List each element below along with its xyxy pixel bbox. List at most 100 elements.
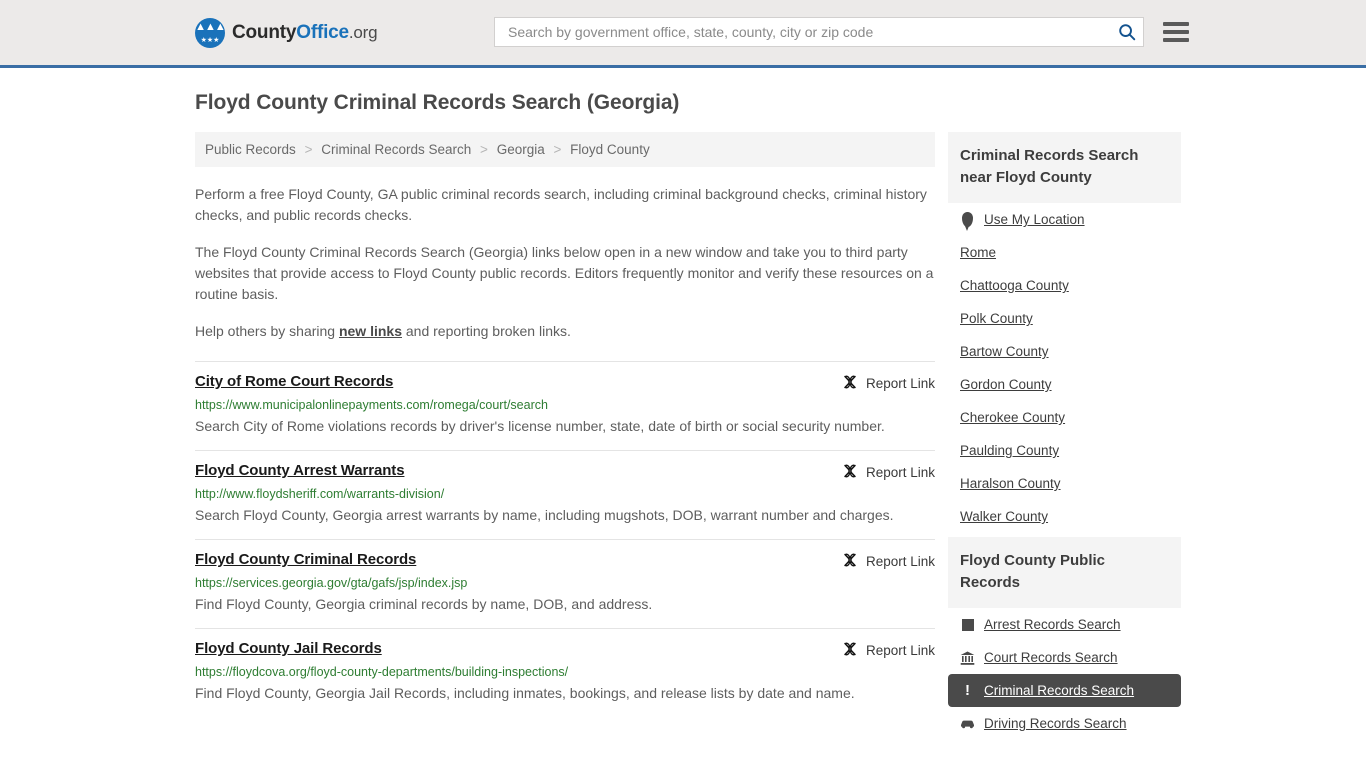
sidebar-nearby-item-label[interactable]: Bartow County: [960, 344, 1049, 359]
result-url: https://floydcova.org/floyd-county-depar…: [195, 665, 569, 679]
breadcrumb-separator: >: [304, 142, 313, 157]
result-description: Find Floyd County, Georgia Jail Records,…: [195, 685, 855, 701]
sidebar-nearby-item-bartow-county[interactable]: Bartow County: [948, 335, 1181, 368]
result-title-link[interactable]: City of Rome Court Records: [195, 373, 393, 390]
result-header: Floyd County Criminal Records Report Link: [195, 551, 935, 571]
intro-paragraph-2: The Floyd County Criminal Records Search…: [195, 244, 934, 302]
report-link-button[interactable]: Report Link: [842, 640, 935, 660]
car-icon: [960, 716, 975, 731]
main-column: Public Records > Criminal Records Search…: [195, 132, 935, 717]
new-links-link[interactable]: new links: [339, 323, 402, 339]
result-item: Floyd County Jail Records Report Link http…: [195, 628, 935, 717]
result-item: Floyd County Criminal Records Report Link…: [195, 539, 935, 628]
sidebar-records-item-label[interactable]: Criminal Records Search: [984, 683, 1134, 698]
report-link-label: Report Link: [865, 554, 935, 569]
page-body: Floyd County Criminal Records Search (Ge…: [0, 91, 1366, 744]
result-title-link[interactable]: Floyd County Arrest Warrants: [195, 462, 405, 479]
intro-p3-after: and reporting broken links.: [402, 323, 571, 339]
sidebar-nearby-heading: Criminal Records Search near Floyd Count…: [948, 132, 1181, 203]
search-input[interactable]: [506, 19, 1117, 45]
site-header: ▲▲▲ ★★★ CountyOffice.org: [0, 0, 1366, 68]
sidebar-nearby-item-polk-county[interactable]: Polk County: [948, 302, 1181, 335]
result-item: City of Rome Court Records Report Link htt…: [195, 361, 935, 450]
result-url: http://www.floydsheriff.com/warrants-div…: [195, 487, 445, 501]
content-columns: Public Records > Criminal Records Search…: [195, 132, 1181, 744]
sidebar-nearby-item-label[interactable]: Use My Location: [984, 212, 1085, 227]
page-title: Floyd County Criminal Records Search (Ge…: [195, 91, 680, 114]
sidebar-public-records-heading: Floyd County Public Records: [948, 537, 1181, 608]
result-description: Search City of Rome violations records b…: [195, 418, 885, 434]
sidebar-records-item-arrest-records-search[interactable]: Arrest Records Search: [948, 608, 1181, 641]
eagle-shield-logo-icon: ▲▲▲ ★★★: [195, 17, 225, 48]
sidebar-panel-public-records: Floyd County Public Records Arrest Recor…: [948, 537, 1181, 740]
sidebar-nearby-item-rome[interactable]: Rome: [948, 236, 1181, 269]
site-logo[interactable]: ▲▲▲ ★★★ CountyOffice.org: [195, 17, 378, 48]
sidebar-nearby-item-chattooga-county[interactable]: Chattooga County: [948, 269, 1181, 302]
sidebar-nearby-item-paulding-county[interactable]: Paulding County: [948, 434, 1181, 467]
map-pin-icon: [960, 212, 975, 231]
sidebar-nearby-item-label[interactable]: Haralson County: [960, 476, 1061, 491]
breadcrumb-item-2[interactable]: Georgia: [497, 142, 545, 157]
intro-text: Perform a free Floyd County, GA public c…: [195, 184, 935, 342]
logo-text: CountyOffice.org: [232, 21, 378, 44]
broken-link-icon: [842, 641, 858, 660]
sidebar-nearby-item-label[interactable]: Gordon County: [960, 377, 1052, 392]
broken-link-icon: [842, 552, 858, 571]
result-title-link[interactable]: Floyd County Criminal Records: [195, 551, 416, 568]
breadcrumb: Public Records > Criminal Records Search…: [195, 132, 935, 167]
logo-text-part3: .org: [348, 22, 378, 42]
breadcrumb-item-1[interactable]: Criminal Records Search: [321, 142, 471, 157]
sidebar-records-item-court-records-search[interactable]: Court Records Search: [948, 641, 1181, 674]
sidebar-panel-nearby: Criminal Records Search near Floyd Count…: [948, 132, 1181, 533]
intro-p3-before: Help others by sharing: [195, 323, 339, 339]
report-link-label: Report Link: [865, 376, 935, 391]
hamburger-menu-icon[interactable]: [1163, 22, 1189, 42]
sidebar-records-item-label[interactable]: Arrest Records Search: [984, 617, 1121, 632]
result-url: https://services.georgia.gov/gta/gafs/js…: [195, 576, 468, 590]
sidebar-nearby-item-haralson-county[interactable]: Haralson County: [948, 467, 1181, 500]
report-link-button[interactable]: Report Link: [842, 373, 935, 393]
broken-link-icon: [842, 374, 858, 393]
sidebar-nearby-item-label[interactable]: Chattooga County: [960, 278, 1069, 293]
breadcrumb-item-3[interactable]: Floyd County: [570, 142, 650, 157]
sidebar-public-records-list: Arrest Records Search Court Records Searc…: [948, 608, 1181, 740]
sidebar-nearby-item-label[interactable]: Walker County: [960, 509, 1048, 524]
result-item: Floyd County Arrest Warrants Report Link h…: [195, 450, 935, 539]
sidebar-nearby-list: Use My Location Rome Chattooga County Polk …: [948, 203, 1181, 533]
search-icon[interactable]: [1117, 22, 1137, 42]
result-header: City of Rome Court Records Report Link: [195, 373, 935, 393]
result-title-link[interactable]: Floyd County Jail Records: [195, 640, 382, 657]
sidebar-nearby-item-use-my-location[interactable]: Use My Location: [948, 203, 1181, 236]
results-list: City of Rome Court Records Report Link htt…: [195, 361, 935, 717]
sidebar-records-item-driving-records-search[interactable]: Driving Records Search: [948, 707, 1181, 740]
sidebar-records-item-label[interactable]: Driving Records Search: [984, 716, 1127, 731]
sidebar-nearby-item-label[interactable]: Polk County: [960, 311, 1033, 326]
search-box[interactable]: [494, 17, 1144, 47]
sidebar-records-item-criminal-records-search[interactable]: ! Criminal Records Search: [948, 674, 1181, 707]
breadcrumb-separator: >: [480, 142, 488, 157]
courthouse-icon: [960, 650, 975, 665]
result-description: Search Floyd County, Georgia arrest warr…: [195, 507, 894, 523]
sidebar-nearby-item-walker-county[interactable]: Walker County: [948, 500, 1181, 533]
breadcrumb-item-0[interactable]: Public Records: [205, 142, 296, 157]
report-link-button[interactable]: Report Link: [842, 551, 935, 571]
header-search-zone: [494, 17, 1189, 47]
sidebar: Criminal Records Search near Floyd Count…: [948, 132, 1181, 744]
exclamation-icon: !: [965, 682, 970, 699]
report-link-button[interactable]: Report Link: [842, 462, 935, 482]
intro-paragraph-3: Help others by sharing new links and rep…: [195, 321, 935, 342]
square-icon: [960, 617, 975, 632]
result-description: Find Floyd County, Georgia criminal reco…: [195, 596, 653, 612]
sidebar-nearby-item-label[interactable]: Cherokee County: [960, 410, 1065, 425]
sidebar-nearby-item-label[interactable]: Rome: [960, 245, 996, 260]
result-header: Floyd County Arrest Warrants Report Link: [195, 462, 935, 482]
sidebar-nearby-item-label[interactable]: Paulding County: [960, 443, 1059, 458]
result-header: Floyd County Jail Records Report Link: [195, 640, 935, 660]
logo-text-part1: County: [232, 21, 297, 43]
logo-text-part2: Office: [296, 21, 349, 43]
sidebar-records-item-label[interactable]: Court Records Search: [984, 650, 1118, 665]
breadcrumb-separator: >: [553, 142, 562, 157]
report-link-label: Report Link: [865, 465, 935, 480]
sidebar-nearby-item-cherokee-county[interactable]: Cherokee County: [948, 401, 1181, 434]
sidebar-nearby-item-gordon-county[interactable]: Gordon County: [948, 368, 1181, 401]
